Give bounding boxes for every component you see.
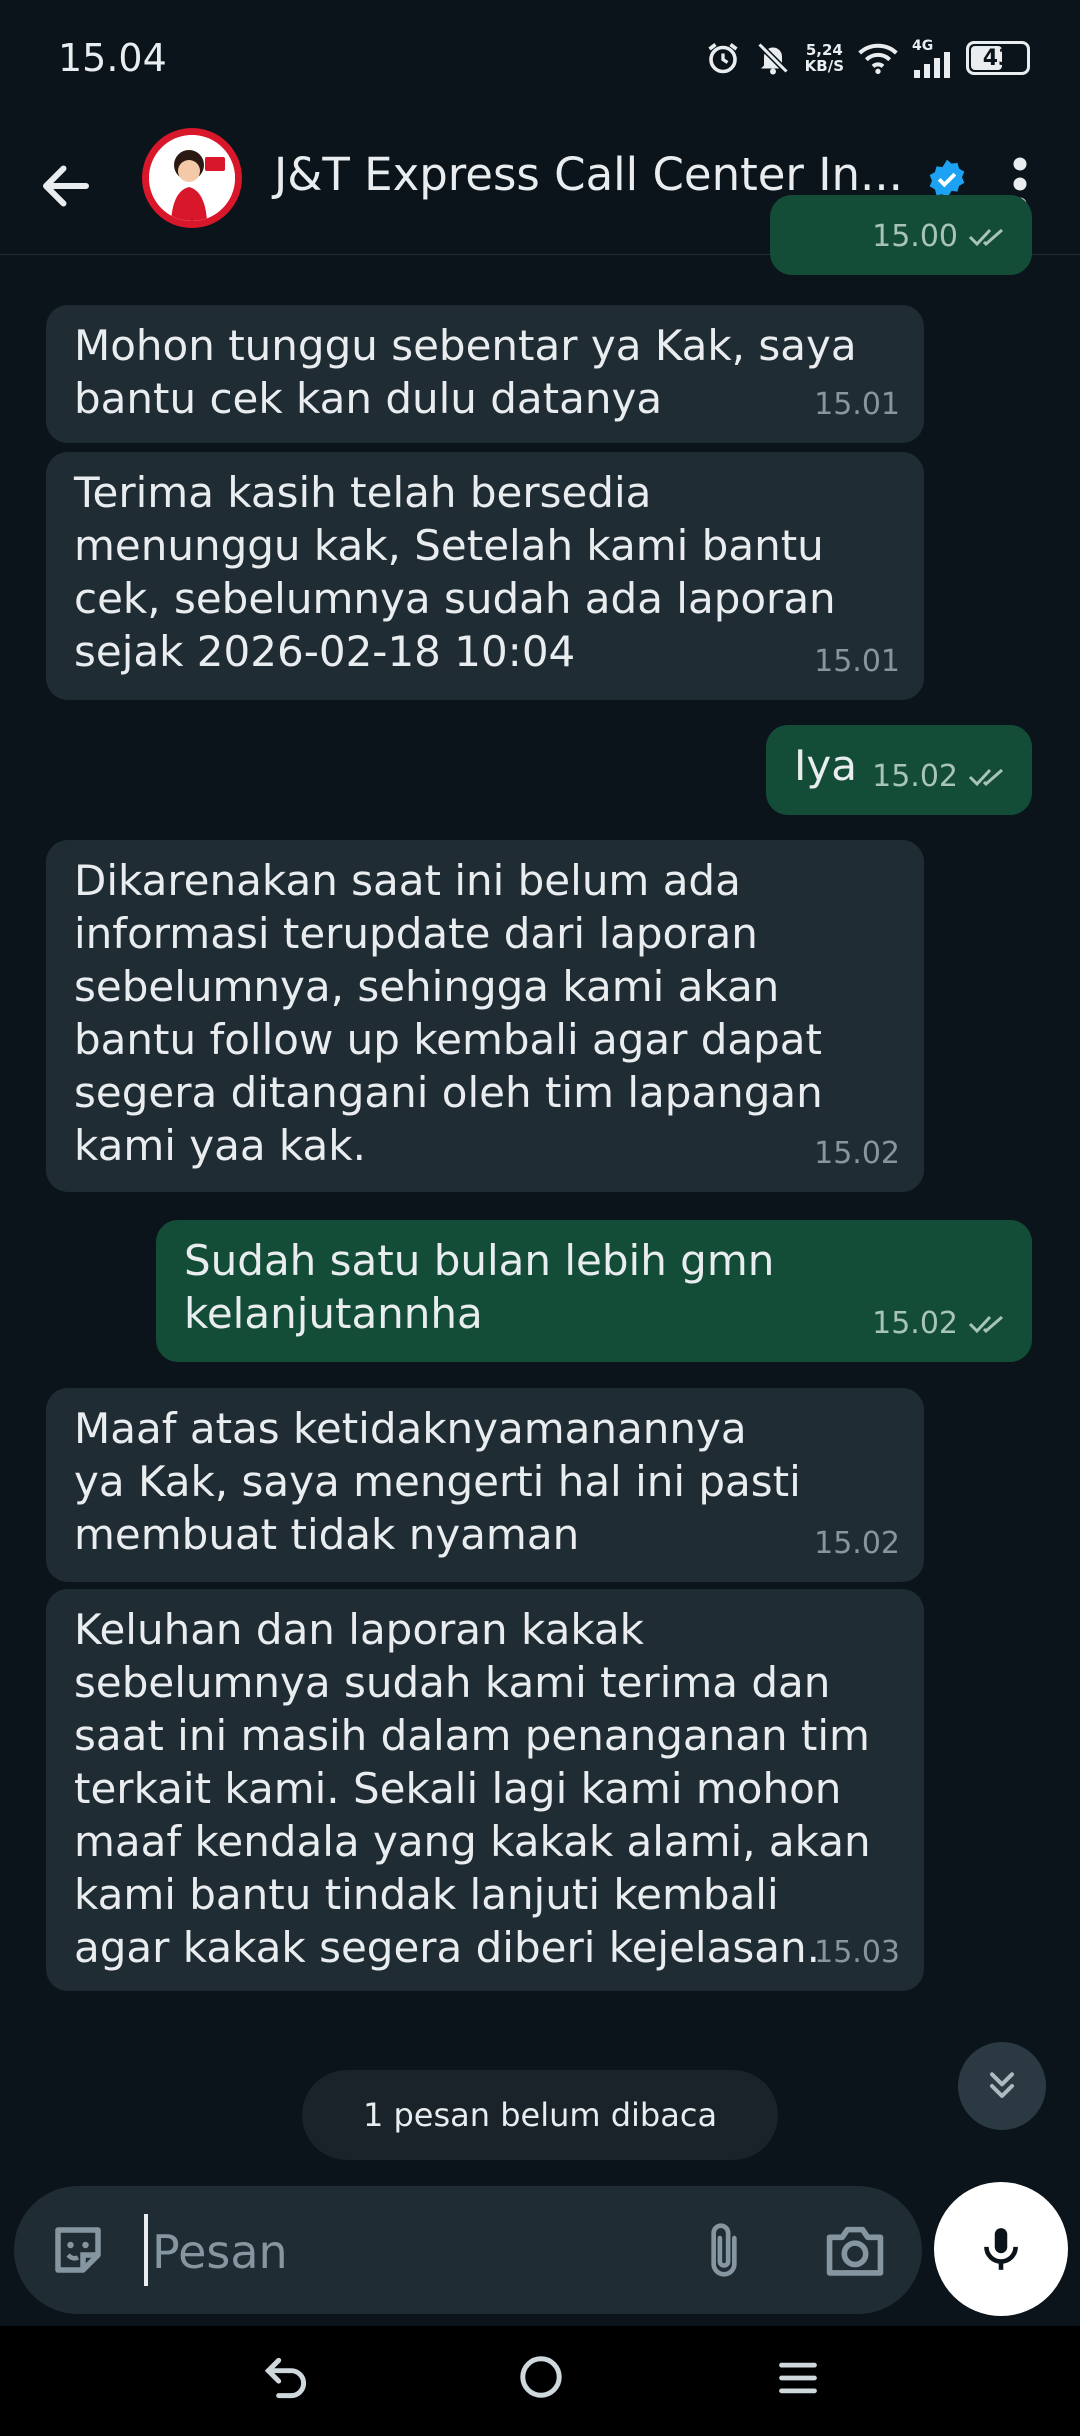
status-time: 15.04 bbox=[58, 36, 167, 80]
message-text: Maaf atas ketidaknyamanannya ya Kak, say… bbox=[74, 1404, 801, 1559]
battery-icon: 43 bbox=[966, 41, 1030, 75]
verified-badge-icon bbox=[929, 159, 965, 199]
message-bubble-incoming[interactable]: Dikarenakan saat ini belum ada informasi… bbox=[46, 840, 924, 1192]
message-meta: 15.02 bbox=[872, 750, 1008, 803]
double-check-icon bbox=[968, 1315, 1003, 1333]
text-cursor bbox=[144, 2214, 148, 2286]
contact-name[interactable]: J&T Express Call Center In... bbox=[274, 148, 903, 201]
message-time: 15.01 bbox=[814, 387, 900, 422]
message-text: Terima kasih telah bersedia menunggu kak… bbox=[74, 468, 836, 676]
message-composer bbox=[14, 2186, 922, 2314]
wifi-icon bbox=[858, 43, 898, 74]
message-time: 15.02 bbox=[814, 1136, 900, 1171]
message-bubble-outgoing[interactable]: 15.00 bbox=[770, 195, 1032, 275]
unread-messages-banner[interactable]: 1 pesan belum dibaca bbox=[302, 2070, 778, 2160]
message-text: Dikarenakan saat ini belum ada informasi… bbox=[74, 856, 823, 1170]
message-text: Keluhan dan laporan kakak sebelumnya sud… bbox=[74, 1605, 871, 1972]
nav-recents-icon[interactable] bbox=[776, 2356, 820, 2400]
message-meta: 15.02 bbox=[872, 1297, 1008, 1350]
double-check-icon bbox=[968, 768, 1003, 786]
message-bubble-incoming[interactable]: Maaf atas ketidaknyamanannya ya Kak, say… bbox=[46, 1388, 924, 1582]
message-time: 15.02 bbox=[872, 759, 958, 794]
mute-bell-icon bbox=[757, 42, 789, 75]
double-chevron-down-icon bbox=[990, 2072, 1014, 2098]
avatar-image bbox=[149, 135, 235, 221]
message-time: 15.01 bbox=[814, 644, 900, 679]
system-nav-bar bbox=[0, 2326, 1080, 2436]
arrow-back-icon[interactable] bbox=[36, 156, 96, 216]
message-time: 15.02 bbox=[814, 1526, 900, 1561]
nav-home-icon[interactable] bbox=[518, 2354, 564, 2400]
double-check-icon bbox=[968, 228, 1003, 246]
message-bubble-outgoing[interactable]: Sudah satu bulan lebih gmn kelanjutannha… bbox=[156, 1220, 1032, 1362]
status-bar: 15.04 5,24 KB/S 4G 43 bbox=[0, 0, 1080, 118]
message-bubble-outgoing[interactable]: Iya 15.02 bbox=[766, 725, 1032, 815]
message-input[interactable] bbox=[150, 2216, 674, 2288]
message-bubble-incoming[interactable]: Mohon tunggu sebentar ya Kak, saya bantu… bbox=[46, 305, 924, 443]
signal-icon: 4G bbox=[912, 38, 952, 78]
message-bubble-incoming[interactable]: Keluhan dan laporan kakak sebelumnya sud… bbox=[46, 1589, 924, 1991]
message-time: 15.02 bbox=[872, 1306, 958, 1341]
scroll-to-bottom-button[interactable] bbox=[958, 2042, 1046, 2130]
nav-back-icon[interactable] bbox=[262, 2352, 312, 2406]
alarm-icon bbox=[708, 43, 738, 74]
voice-message-button[interactable] bbox=[934, 2182, 1068, 2316]
net-speed: 5,24 KB/S bbox=[804, 41, 844, 75]
camera-icon[interactable] bbox=[824, 2222, 886, 2278]
message-time: 15.03 bbox=[814, 1935, 900, 1970]
microphone-icon bbox=[984, 2228, 1018, 2270]
message-bubble-incoming[interactable]: Terima kasih telah bersedia menunggu kak… bbox=[46, 452, 924, 700]
paperclip-icon[interactable] bbox=[698, 2220, 750, 2282]
message-list[interactable]: 15.00 Mohon tunggu sebentar ya Kak, saya… bbox=[0, 195, 1080, 2185]
status-icons: 5,24 KB/S 4G 43 bbox=[705, 36, 1030, 80]
sticker-emoji-icon[interactable] bbox=[48, 2220, 108, 2280]
message-text: Mohon tunggu sebentar ya Kak, saya bantu… bbox=[74, 321, 857, 423]
avatar[interactable] bbox=[142, 128, 242, 228]
